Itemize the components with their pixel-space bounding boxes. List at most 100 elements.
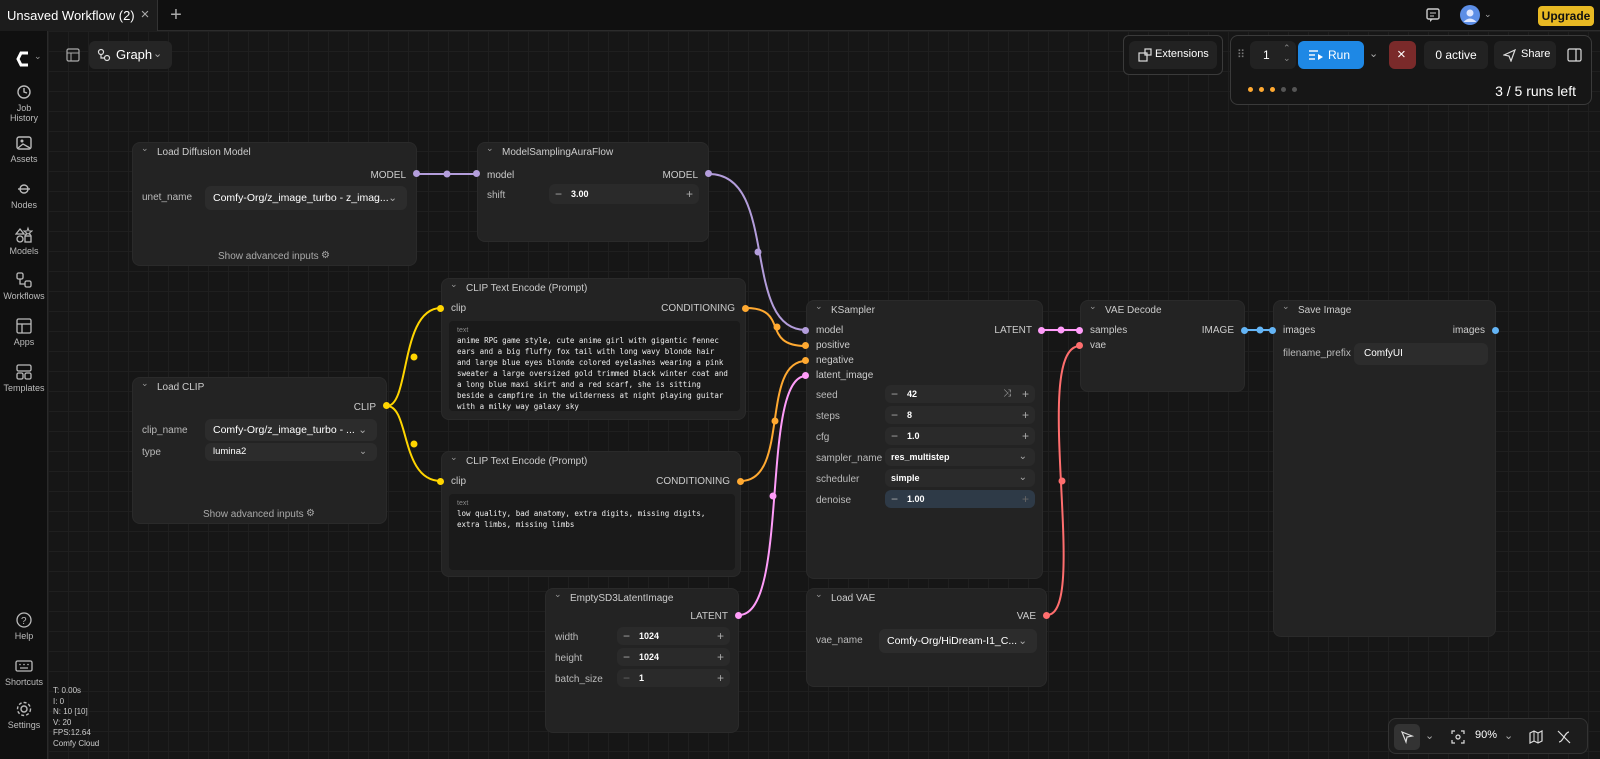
prompt-textarea[interactable]: text low quality, bad anatomy, extra dig… <box>449 494 735 570</box>
unet-name-select[interactable]: Comfy-Org/z_image_turbo - z_imag... ⌄ <box>205 186 407 210</box>
chevron-down-icon[interactable]: ⌄ <box>450 452 458 463</box>
output-slot-model[interactable] <box>413 170 420 177</box>
input-slot-clip[interactable] <box>437 305 444 312</box>
fit-view-icon[interactable] <box>1451 730 1465 744</box>
chevron-down-icon[interactable]: ⌄ <box>1369 47 1378 60</box>
node-clip-text-encode-positive[interactable]: CLIP Text Encode (Prompt) ⌄ clip CONDITI… <box>441 278 746 420</box>
chevron-down-icon[interactable]: ⌄ <box>486 143 494 154</box>
minus-icon[interactable]: − <box>623 627 630 645</box>
output-label-image: IMAGE <box>1201 325 1234 336</box>
output-slot-images[interactable] <box>1492 327 1499 334</box>
plus-icon[interactable]: + <box>1022 490 1029 508</box>
input-label-clip: clip <box>451 303 467 314</box>
widget-label: cfg <box>816 432 830 443</box>
filename-prefix-input[interactable]: ComfyUI <box>1354 343 1488 365</box>
chevron-down-icon[interactable]: ⌄ <box>1283 53 1291 64</box>
node-clip-text-encode-negative[interactable]: CLIP Text Encode (Prompt) ⌄ clip CONDITI… <box>441 451 741 577</box>
minimap-icon[interactable] <box>1529 730 1543 744</box>
node-load-diffusion-model[interactable]: Load Diffusion Model ⌄ MODEL unet_name C… <box>132 142 417 266</box>
node-ksampler[interactable]: KSampler ⌄ model positive negative laten… <box>806 300 1043 579</box>
input-slot-images[interactable] <box>1269 327 1276 334</box>
output-slot-latent[interactable] <box>1038 327 1045 334</box>
output-slot-conditioning[interactable] <box>737 478 744 485</box>
minus-icon[interactable]: − <box>891 490 898 508</box>
graph-dropdown[interactable]: Graph ⌄ <box>89 41 172 69</box>
node-load-clip[interactable]: Load CLIP ⌄ CLIP clip_name Comfy-Org/z_i… <box>132 377 387 524</box>
cfg-stepper[interactable]: − 1.0 + <box>885 427 1035 445</box>
hide-links-icon[interactable] <box>1557 730 1571 744</box>
select-tool-button[interactable] <box>1394 724 1420 750</box>
chevron-down-icon[interactable]: ⌄ <box>1089 301 1097 312</box>
plus-icon[interactable]: + <box>717 627 724 645</box>
share-button[interactable]: Share <box>1494 41 1556 69</box>
input-slot-positive[interactable] <box>802 342 809 349</box>
chevron-down-icon[interactable]: ⌄ <box>554 589 562 600</box>
denoise-stepper[interactable]: − 1.00 + <box>885 490 1035 508</box>
steps-stepper[interactable]: − 8 + <box>885 406 1035 424</box>
input-slot-clip[interactable] <box>437 478 444 485</box>
panel-icon[interactable] <box>65 47 81 63</box>
chevron-down-icon[interactable]: ⌄ <box>450 279 458 290</box>
plus-icon[interactable]: + <box>686 184 693 204</box>
node-load-vae[interactable]: Load VAE ⌄ VAE vae_name Comfy-Org/HiDrea… <box>806 588 1047 687</box>
cancel-button[interactable]: × <box>1389 41 1416 69</box>
minus-icon[interactable]: − <box>623 648 630 666</box>
sliders-icon: ⚙ <box>306 508 315 519</box>
input-slot-negative[interactable] <box>802 357 809 364</box>
vae-name-select[interactable]: Comfy-Org/HiDream-I1_C... ⌄ <box>879 629 1037 653</box>
output-slot-conditioning[interactable] <box>742 305 749 312</box>
node-vae-decode[interactable]: VAE Decode ⌄ samples vae IMAGE <box>1080 300 1245 392</box>
chevron-down-icon[interactable]: ⌄ <box>141 378 149 389</box>
width-stepper[interactable]: − 1024 + <box>617 627 730 645</box>
batch-size-stepper[interactable]: − 1 + <box>617 669 730 687</box>
run-count-stepper[interactable]: 1 ⌃ ⌄ <box>1250 41 1296 69</box>
show-advanced-inputs[interactable]: Show advanced inputs <box>218 251 319 262</box>
plus-icon[interactable]: + <box>1022 385 1029 403</box>
input-slot-model[interactable] <box>473 170 480 177</box>
extensions-button[interactable]: Extensions <box>1129 41 1217 69</box>
output-slot-latent[interactable] <box>735 612 742 619</box>
minus-icon[interactable]: − <box>891 385 898 403</box>
node-model-sampling-auraflow[interactable]: ModelSamplingAuraFlow ⌄ model MODEL shif… <box>477 142 709 242</box>
output-slot-clip[interactable] <box>383 402 390 409</box>
minus-icon[interactable]: − <box>891 427 898 445</box>
height-stepper[interactable]: − 1024 + <box>617 648 730 666</box>
input-slot-latent[interactable] <box>802 372 809 379</box>
input-slot-model[interactable] <box>802 327 809 334</box>
prompt-textarea[interactable]: text anime RPG game style, cute anime gi… <box>449 321 740 411</box>
minus-icon[interactable]: − <box>555 184 562 204</box>
drag-handle-icon[interactable]: ⠿ <box>1237 48 1245 61</box>
chevron-down-icon[interactable]: ⌄ <box>1504 729 1513 742</box>
output-slot-image[interactable] <box>1241 327 1248 334</box>
node-save-image[interactable]: Save Image ⌄ images images filename_pref… <box>1273 300 1496 637</box>
output-label-latent: LATENT <box>690 611 728 622</box>
minus-icon[interactable]: − <box>623 669 630 687</box>
chevron-down-icon[interactable]: ⌄ <box>815 589 823 600</box>
plus-icon[interactable]: + <box>1022 406 1029 424</box>
chevron-down-icon[interactable]: ⌄ <box>1282 301 1290 312</box>
clip-name-select[interactable]: Comfy-Org/z_image_turbo - ... ⌄ <box>205 419 377 441</box>
sidebar-toggle-icon[interactable] <box>1567 47 1583 63</box>
output-slot-vae[interactable] <box>1043 612 1050 619</box>
sampler-select[interactable]: res_multistep ⌄ <box>885 448 1035 466</box>
type-select[interactable]: lumina2 ⌄ <box>205 443 377 461</box>
plus-icon[interactable]: + <box>717 669 724 687</box>
input-slot-vae[interactable] <box>1076 342 1083 349</box>
chevron-down-icon[interactable]: ⌄ <box>1425 729 1434 742</box>
seed-stepper[interactable]: − 42 ⤨ + <box>885 385 1035 403</box>
plus-icon[interactable]: + <box>717 648 724 666</box>
shuffle-icon[interactable]: ⤨ <box>1003 385 1011 403</box>
chevron-down-icon[interactable]: ⌄ <box>815 301 823 312</box>
show-advanced-inputs[interactable]: Show advanced inputs <box>203 509 304 520</box>
plus-icon[interactable]: + <box>1022 427 1029 445</box>
minus-icon[interactable]: − <box>891 406 898 424</box>
active-jobs-button[interactable]: 0 active <box>1424 41 1488 69</box>
scheduler-select[interactable]: simple ⌄ <box>885 469 1035 487</box>
input-slot-samples[interactable] <box>1076 327 1083 334</box>
output-slot-model[interactable] <box>705 170 712 177</box>
chevron-down-icon[interactable]: ⌄ <box>141 143 149 154</box>
run-button[interactable]: Run <box>1298 41 1364 69</box>
node-empty-sd3-latent-image[interactable]: EmptySD3LatentImage ⌄ LATENT width − 102… <box>545 588 739 733</box>
zoom-level[interactable]: 90% <box>1475 729 1497 741</box>
shift-stepper[interactable]: − 3.00 + <box>549 184 699 204</box>
